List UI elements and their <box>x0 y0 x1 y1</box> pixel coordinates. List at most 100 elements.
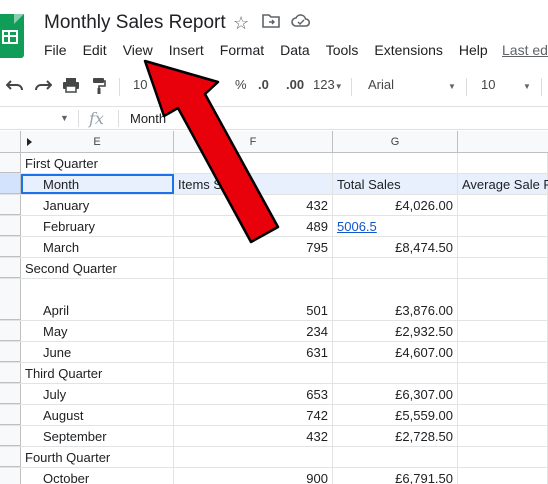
cell-f[interactable] <box>174 153 333 173</box>
cell-e[interactable]: Fourth Quarter <box>21 447 174 467</box>
cell-g[interactable]: 5006.5 <box>333 216 458 236</box>
row-header[interactable] <box>0 342 21 362</box>
cell-h[interactable] <box>458 153 548 173</box>
more-formats-button[interactable]: 123▼ <box>313 77 343 92</box>
cell-h[interactable] <box>458 321 548 341</box>
cell-f[interactable] <box>174 258 333 278</box>
row-header[interactable] <box>0 384 21 404</box>
cell-g[interactable] <box>333 258 458 278</box>
zoom-select[interactable]: 10 <box>133 77 147 92</box>
cell-g[interactable] <box>333 363 458 383</box>
menu-edit[interactable]: Edit <box>75 41 115 61</box>
cell-g[interactable]: £2,932.50 <box>333 321 458 341</box>
star-icon[interactable]: ☆ <box>233 13 249 34</box>
row-header[interactable] <box>0 426 21 446</box>
row-header[interactable] <box>0 279 21 320</box>
cell-h[interactable]: Average Sale P <box>458 174 548 194</box>
font-size-select[interactable]: 10 <box>481 77 495 92</box>
cell-e[interactable]: March <box>21 237 174 257</box>
cell-h[interactable] <box>458 363 548 383</box>
name-box-caret-icon[interactable]: ▼ <box>60 113 69 123</box>
cell-h[interactable] <box>458 195 548 215</box>
cell-g[interactable] <box>333 447 458 467</box>
cell-g[interactable] <box>333 153 458 173</box>
menu-insert[interactable]: Insert <box>161 41 212 61</box>
row-header[interactable] <box>0 195 21 215</box>
document-title[interactable]: Monthly Sales Report <box>44 12 226 34</box>
print-icon[interactable] <box>62 77 80 96</box>
row-header[interactable] <box>0 405 21 425</box>
row-header[interactable] <box>0 363 21 383</box>
move-to-folder-icon[interactable] <box>262 13 280 34</box>
menu-tools[interactable]: Tools <box>318 41 367 61</box>
menu-format[interactable]: Format <box>212 41 272 61</box>
menu-help[interactable]: Help <box>451 41 496 61</box>
cell-g[interactable]: Total Sales <box>333 174 458 194</box>
cell-e[interactable]: October <box>21 468 174 484</box>
font-caret-down-icon[interactable]: ▼ <box>448 82 456 91</box>
cell-g[interactable]: £6,791.50 <box>333 468 458 484</box>
menu-file[interactable]: File <box>36 41 75 61</box>
cell-h[interactable] <box>458 258 548 278</box>
cell-f[interactable]: Items Sold <box>174 174 333 194</box>
row-header[interactable] <box>0 216 21 236</box>
cell-f[interactable]: 900 <box>174 468 333 484</box>
decrease-decimal-button[interactable]: .0 <box>258 77 269 92</box>
increase-decimal-button[interactable]: .00 <box>286 77 304 92</box>
row-header[interactable] <box>0 174 21 194</box>
font-select[interactable]: Arial <box>368 77 394 92</box>
row-header[interactable] <box>0 321 21 341</box>
column-header-g[interactable]: G <box>333 131 458 153</box>
cell-f[interactable] <box>174 447 333 467</box>
cell-f[interactable] <box>174 363 333 383</box>
cell-g[interactable]: £6,307.00 <box>333 384 458 404</box>
sheets-logo[interactable] <box>0 14 24 58</box>
cell-h[interactable] <box>458 405 548 425</box>
cell-f[interactable]: 631 <box>174 342 333 362</box>
cell-g[interactable]: £3,876.00 <box>333 279 458 320</box>
cell-g[interactable]: £2,728.50 <box>333 426 458 446</box>
cell-e[interactable]: Month <box>21 174 174 194</box>
undo-icon[interactable] <box>5 78 24 95</box>
cell-e[interactable]: June <box>21 342 174 362</box>
expand-arrow-icon[interactable] <box>27 138 32 146</box>
cell-e[interactable]: August <box>21 405 174 425</box>
menu-extensions[interactable]: Extensions <box>366 41 450 61</box>
paint-format-icon[interactable] <box>92 77 106 98</box>
cell-e[interactable]: First Quarter <box>21 153 174 173</box>
cell-h[interactable] <box>458 447 548 467</box>
cell-e[interactable]: July <box>21 384 174 404</box>
cell-e[interactable]: Second Quarter <box>21 258 174 278</box>
column-header-e[interactable]: E <box>21 131 174 153</box>
row-header[interactable] <box>0 153 21 173</box>
cell-e[interactable]: May <box>21 321 174 341</box>
cell-h[interactable] <box>458 468 548 484</box>
cell-g[interactable]: £5,559.00 <box>333 405 458 425</box>
cell-f[interactable]: 742 <box>174 405 333 425</box>
column-header-h[interactable] <box>458 131 548 153</box>
cell-e[interactable]: Third Quarter <box>21 363 174 383</box>
cell-f[interactable]: 432 <box>174 195 333 215</box>
last-edit-link[interactable]: Last ed <box>502 42 548 58</box>
menu-data[interactable]: Data <box>272 41 318 61</box>
font-size-caret-down-icon[interactable]: ▼ <box>523 82 531 91</box>
cell-e[interactable]: April <box>21 279 174 320</box>
cell-h[interactable] <box>458 426 548 446</box>
percent-format-button[interactable]: % <box>235 77 247 92</box>
cell-e[interactable]: September <box>21 426 174 446</box>
cell-g[interactable]: £4,026.00 <box>333 195 458 215</box>
column-header-f[interactable]: F <box>174 131 333 153</box>
cell-e[interactable]: February <box>21 216 174 236</box>
cell-f[interactable]: 432 <box>174 426 333 446</box>
cell-f[interactable]: 489 <box>174 216 333 236</box>
row-header[interactable] <box>0 237 21 257</box>
cell-h[interactable] <box>458 216 548 236</box>
cell-f[interactable]: 501 <box>174 279 333 320</box>
cloud-status-icon[interactable] <box>291 13 311 34</box>
cell-h[interactable] <box>458 384 548 404</box>
row-header[interactable] <box>0 468 21 484</box>
row-header[interactable] <box>0 258 21 278</box>
redo-icon[interactable] <box>34 78 53 95</box>
cell-f[interactable]: 653 <box>174 384 333 404</box>
formula-input[interactable]: Month <box>130 111 166 126</box>
